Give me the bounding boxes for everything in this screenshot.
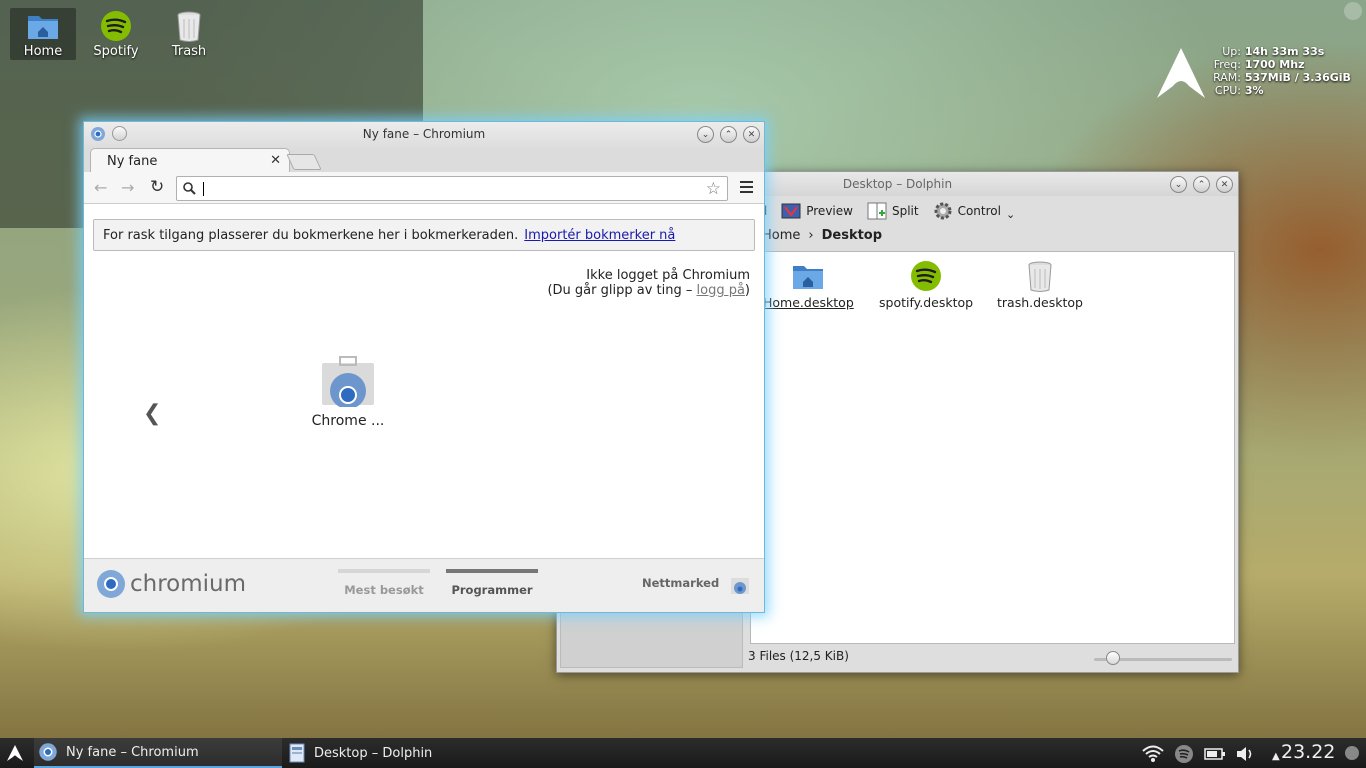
file-view[interactable]: Home.desktop spotify.desktop trash.deskt… — [750, 251, 1235, 644]
search-icon — [183, 182, 196, 195]
system-tray: ▲ — [1142, 744, 1280, 768]
control-button[interactable]: Control ⌄ — [933, 201, 1016, 221]
import-bookmarks-link[interactable]: Importér bokmerker nå — [524, 228, 675, 243]
split-button[interactable]: Split — [867, 201, 919, 221]
chromium-icon — [97, 570, 125, 598]
tab-strip: Ny fane ✕ — [84, 148, 764, 172]
spotify-tray-icon[interactable] — [1174, 744, 1194, 768]
chromium-window-title: Ny fane – Chromium — [362, 127, 486, 141]
chevron-up-icon: ⌃ — [724, 129, 733, 140]
taskbar: Ny fane – Chromium Desktop – Dolphin ▲ 2… — [0, 738, 1366, 768]
dolphin-toolbar: nd Preview Split Control ⌄ — [752, 198, 1015, 224]
chromium-window[interactable]: Ny fane – Chromium ⌄ ⌃ ✕ Ny fane ✕ ← → ↻… — [83, 121, 765, 613]
chrome-menu-button[interactable] — [740, 181, 753, 196]
tab-most-visited[interactable]: Mest besøkt — [338, 569, 430, 597]
battery-icon[interactable] — [1204, 747, 1226, 765]
gear-icon — [934, 202, 952, 220]
preview-button[interactable]: Preview — [781, 201, 853, 221]
chevron-down-icon: ⌄ — [1174, 179, 1183, 190]
tray-expand-arrow-icon[interactable]: ▲ — [1272, 751, 1280, 762]
cpu-row: CPU: 3% — [1214, 84, 1264, 97]
desktop-icon-spotify[interactable]: Spotify — [83, 8, 149, 60]
uptime-row: Up: 14h 33m 33s — [1222, 45, 1325, 58]
application-launcher-icon[interactable] — [6, 744, 24, 762]
web-store-icon[interactable] — [730, 573, 750, 595]
task-chromium[interactable]: Ny fane – Chromium — [34, 738, 282, 768]
trash-icon — [177, 11, 201, 42]
ntp-footer: chromium Mest besøkt Programmer Nettmark… — [84, 558, 764, 612]
navigation-bar: ← → ↻ ☆ — [84, 172, 764, 204]
dolphin-icon — [289, 743, 305, 763]
sign-in-link[interactable]: logg på — [697, 283, 745, 298]
breadcrumb-current[interactable]: Desktop — [822, 228, 882, 243]
wifi-icon[interactable] — [1142, 745, 1164, 767]
home-folder-icon — [793, 266, 824, 289]
forward-arrow-icon[interactable]: → — [121, 178, 134, 197]
file-item[interactable]: spotify.desktop — [879, 260, 973, 310]
spotify-icon — [101, 11, 131, 41]
chromium-logo: chromium — [96, 569, 246, 599]
back-arrow-icon[interactable]: ← — [94, 178, 107, 197]
chevron-right-icon: › — [808, 228, 814, 243]
home-folder-icon — [28, 16, 58, 39]
bookmark-bar-notice: For rask tilgang plasserer du bokmerkene… — [93, 219, 755, 251]
file-item[interactable]: trash.desktop — [997, 260, 1083, 310]
close-button[interactable]: ✕ — [1216, 176, 1233, 193]
split-view-icon — [867, 202, 887, 220]
minimize-button[interactable]: ⌄ — [1170, 176, 1187, 193]
tab-apps[interactable]: Programmer — [446, 569, 538, 597]
clock[interactable]: 23.22 — [1281, 741, 1335, 763]
trash-icon — [1028, 261, 1052, 292]
tab-close-icon[interactable]: ✕ — [270, 153, 281, 168]
breadcrumb-home[interactable]: Home — [762, 228, 800, 243]
chromium-icon — [39, 743, 57, 761]
previous-page-arrow[interactable]: ❮ — [143, 401, 161, 426]
close-icon: ✕ — [747, 129, 756, 140]
panel-toolbox-button[interactable] — [1345, 746, 1359, 760]
chevron-down-icon: ⌄ — [1005, 207, 1016, 221]
desktop-icon-label: Home — [23, 44, 63, 59]
login-promo: Ikke logget på Chromium (Du går glipp av… — [547, 268, 750, 298]
status-bar-text: 3 Files (12,5 KiB) — [748, 649, 849, 663]
desktop-icon-home[interactable]: Home — [10, 8, 76, 60]
ram-row: RAM: 537MiB / 3.36GiB — [1213, 71, 1351, 84]
omnibox-input[interactable]: ☆ — [176, 176, 728, 201]
tab-ny-fane[interactable]: Ny fane ✕ — [90, 148, 290, 172]
close-button[interactable]: ✕ — [743, 126, 760, 143]
reload-icon[interactable]: ↻ — [150, 177, 164, 197]
spotify-icon — [911, 261, 942, 291]
minimize-button[interactable]: ⌄ — [697, 126, 714, 143]
new-tab-button[interactable] — [286, 154, 322, 170]
freq-row: Freq: 1700 Mhz — [1213, 58, 1305, 71]
preview-icon — [781, 203, 801, 219]
web-store-icon — [322, 356, 374, 407]
desktop-icon-trash[interactable]: Trash — [156, 8, 222, 60]
chevron-up-icon: ⌃ — [1197, 179, 1206, 190]
bookmark-star-icon[interactable]: ☆ — [706, 179, 721, 199]
zoom-slider-handle[interactable] — [1106, 651, 1121, 665]
maximize-button[interactable]: ⌃ — [720, 126, 737, 143]
desktop-toolbox-button[interactable] — [1344, 2, 1362, 20]
close-icon: ✕ — [1220, 179, 1229, 190]
breadcrumb: Home › Desktop — [762, 228, 882, 243]
desktop-icon-label: Spotify — [93, 44, 139, 59]
task-dolphin[interactable]: Desktop – Dolphin — [284, 738, 534, 768]
chromium-titlebar[interactable]: Ny fane – Chromium ⌄ ⌃ ✕ — [84, 122, 764, 148]
chevron-down-icon: ⌄ — [701, 129, 710, 140]
volume-icon[interactable] — [1236, 746, 1254, 766]
text-caret — [203, 182, 204, 196]
file-item[interactable]: Home.desktop — [763, 260, 854, 310]
web-store-link[interactable]: Nettmarked — [642, 576, 719, 590]
system-monitor-widget: Up: 14h 33m 33s Freq: 1700 Mhz RAM: 537M… — [1155, 44, 1360, 100]
desktop-icon-label: Trash — [171, 44, 207, 59]
maximize-button[interactable]: ⌃ — [1193, 176, 1210, 193]
app-tile-chrome-store[interactable]: Chrome ... — [298, 355, 398, 429]
